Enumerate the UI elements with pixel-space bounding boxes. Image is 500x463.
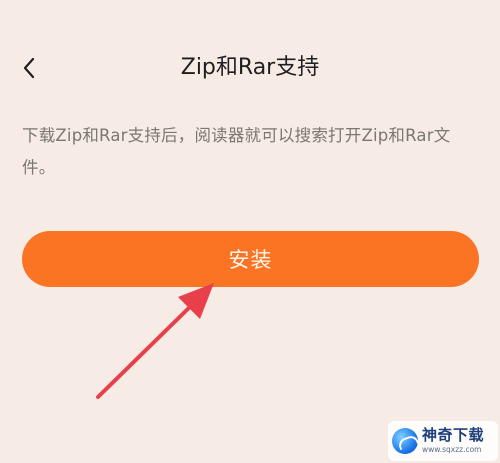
page-title: Zip和Rar支持 bbox=[180, 55, 320, 80]
watermark-url: www.sqxzz.com bbox=[422, 445, 482, 455]
watermark: 神奇下载 www.sqxzz.com bbox=[388, 421, 498, 461]
screen: Zip和Rar支持 下载Zip和Rar支持后，阅读器就可以搜索打开Zip和Rar… bbox=[0, 0, 500, 463]
description-text: 下载Zip和Rar支持后，阅读器就可以搜索打开Zip和Rar文件。 bbox=[22, 126, 451, 177]
watermark-logo-icon bbox=[392, 428, 418, 454]
watermark-name: 神奇下载 bbox=[422, 426, 485, 445]
install-button[interactable]: 安装 bbox=[22, 231, 479, 287]
